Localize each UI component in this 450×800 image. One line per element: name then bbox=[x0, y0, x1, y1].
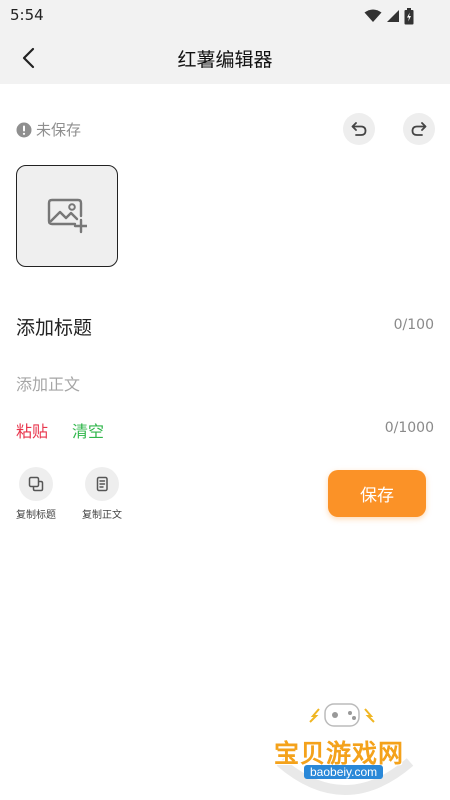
copy-title-button[interactable]: 复制标题 bbox=[6, 467, 66, 521]
body-input[interactable]: 添加正文 bbox=[16, 371, 80, 395]
signal-icon bbox=[387, 10, 399, 22]
watermark-url: baobeiy.com bbox=[304, 765, 384, 779]
status-bar: 5:54 bbox=[0, 0, 450, 32]
copy-icon bbox=[28, 476, 44, 492]
battery-icon bbox=[404, 7, 414, 24]
copy-title-label: 复制标题 bbox=[16, 510, 56, 521]
app-bar: 红薯编辑器 bbox=[0, 32, 450, 84]
copy-body-label: 复制正文 bbox=[82, 510, 122, 521]
document-copy-icon bbox=[96, 476, 108, 492]
body-char-count: 0/1000 bbox=[384, 420, 434, 436]
title-char-count: 0/100 bbox=[393, 317, 434, 333]
undo-icon bbox=[351, 122, 367, 136]
save-button[interactable]: 保存 bbox=[328, 470, 426, 517]
copy-title-circle bbox=[19, 467, 53, 501]
save-status: 未保存 bbox=[16, 119, 81, 140]
redo-button[interactable] bbox=[403, 113, 435, 145]
add-image-icon bbox=[47, 198, 87, 234]
add-image-button[interactable] bbox=[16, 165, 118, 267]
alert-icon bbox=[16, 122, 32, 137]
save-status-text: 未保存 bbox=[36, 121, 82, 139]
status-time: 5:54 bbox=[10, 6, 44, 24]
undo-button[interactable] bbox=[343, 113, 375, 145]
title-input[interactable]: 添加标题 bbox=[16, 313, 92, 340]
status-icons bbox=[364, 7, 414, 25]
redo-icon bbox=[411, 122, 427, 136]
clear-button[interactable]: 清空 bbox=[72, 418, 104, 442]
watermark-logo: 宝贝游戏网 baobeiy.com bbox=[270, 700, 420, 796]
page-title: 红薯编辑器 bbox=[177, 49, 273, 71]
copy-body-circle bbox=[85, 467, 119, 501]
paste-button[interactable]: 粘贴 bbox=[16, 418, 48, 442]
copy-body-button[interactable]: 复制正文 bbox=[72, 467, 132, 521]
wifi-icon bbox=[364, 9, 382, 22]
